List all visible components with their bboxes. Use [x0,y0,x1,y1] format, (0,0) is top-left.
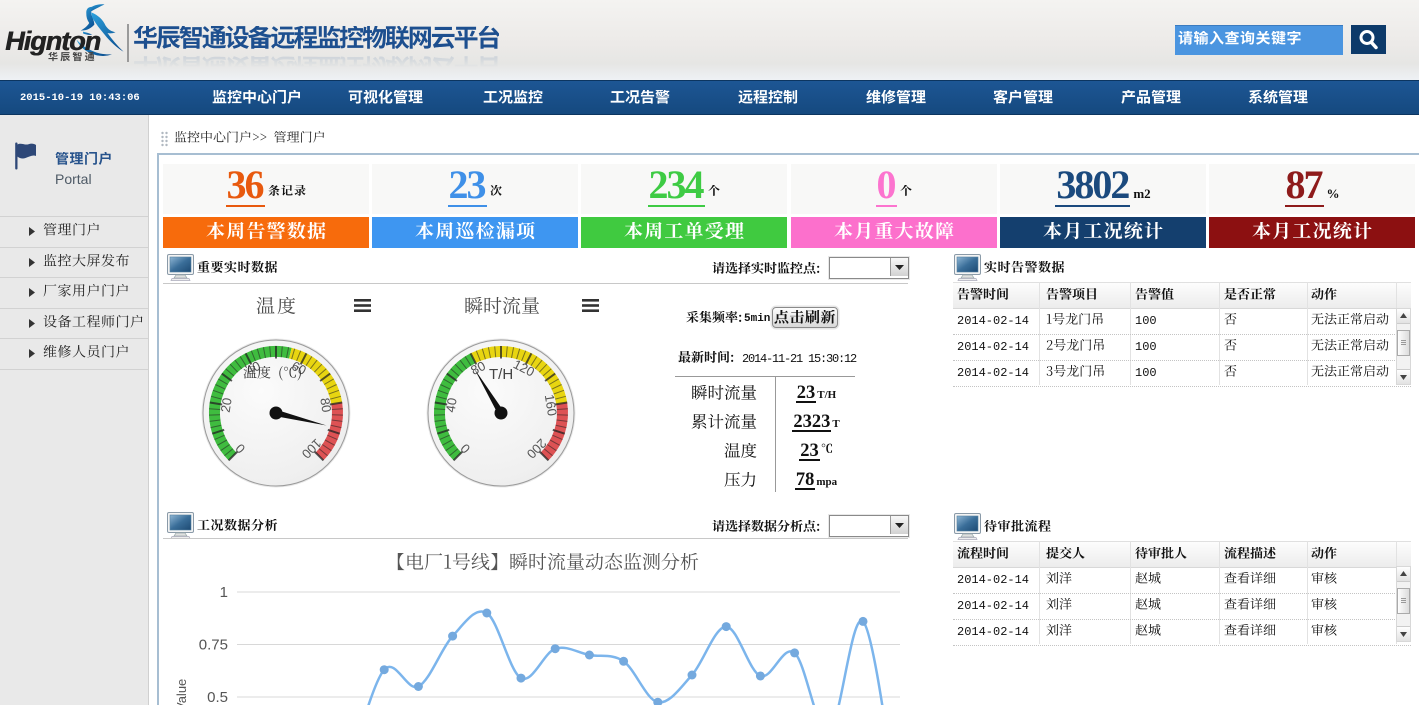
svg-text:20: 20 [218,397,235,414]
svg-text:Value: Value [174,679,189,705]
svg-text:1: 1 [220,584,228,601]
svg-text:0.75: 0.75 [199,637,228,654]
svg-text:0.5: 0.5 [207,689,228,705]
svg-text:40: 40 [443,397,460,414]
svg-text:80: 80 [317,397,334,414]
